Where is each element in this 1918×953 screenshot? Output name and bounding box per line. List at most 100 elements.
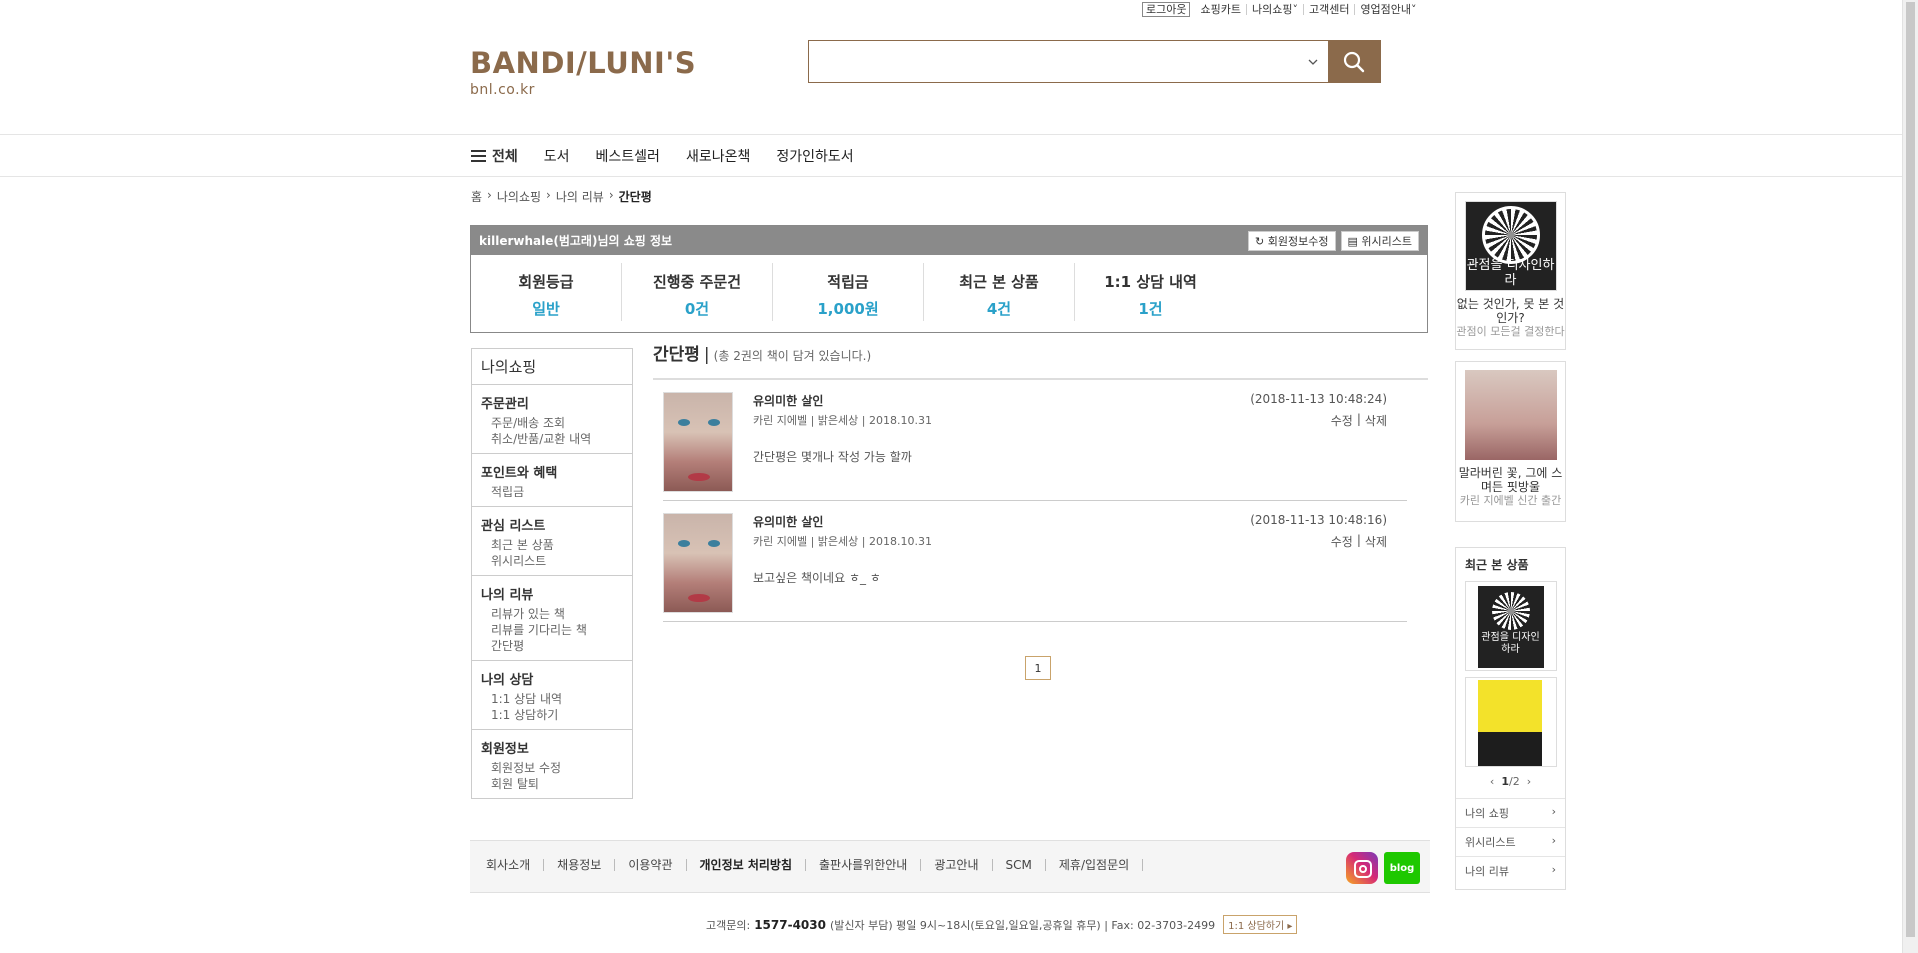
review-edit-link[interactable]: 수정 bbox=[1331, 533, 1353, 550]
nav-all-categories[interactable]: 전체 bbox=[471, 146, 518, 166]
banner-book-cover bbox=[1464, 370, 1557, 460]
recent-item-thumbnail[interactable] bbox=[1464, 677, 1557, 767]
stat-points: 적립금 1,000원 bbox=[773, 263, 924, 321]
review-book-meta: 카린 지에벨 | 밝은세상 | 2018.10.31 bbox=[753, 414, 932, 427]
review-edit-link[interactable]: 수정 bbox=[1331, 412, 1353, 429]
vertical-scrollbar[interactable] bbox=[1902, 0, 1918, 953]
review-actions: 수정 | 삭제 bbox=[1330, 533, 1387, 550]
sidebar-group-interest: 관심 리스트 최근 본 상품 위시리스트 bbox=[472, 507, 632, 576]
sidebar-item-recent[interactable]: 최근 본 상품 bbox=[481, 537, 623, 553]
nav-item-bestseller[interactable]: 베스트셀러 bbox=[596, 146, 660, 166]
content-header: 간단평 | (총 2권의 책이 담겨 있습니다.) bbox=[653, 340, 1428, 380]
shopping-info-title: killerwhale(범고래)님의 쇼핑 정보 bbox=[479, 234, 673, 248]
stat-orders-in-progress: 진행중 주문건 0건 bbox=[622, 263, 773, 321]
shopping-info-header: killerwhale(범고래)님의 쇼핑 정보 ↻ 회원정보수정 ▤ 위시리스… bbox=[471, 226, 1427, 255]
next-arrow-icon[interactable]: › bbox=[1527, 775, 1531, 788]
sidebar-item-order-tracking[interactable]: 주문/배송 조회 bbox=[481, 415, 623, 431]
one-to-one-chat-button[interactable]: 1:1 상담하기 ▸ bbox=[1223, 915, 1298, 934]
stat-inquiries: 1:1 상담 내역 1건 bbox=[1104, 273, 1197, 318]
site-logo[interactable]: BANDI/LUNI'S bnl.co.kr bbox=[470, 46, 696, 98]
main-navigation: 전체 도서 베스트셀러 새로나온책 정가인하도서 bbox=[0, 134, 1902, 177]
my-shopping-sidebar: 나의쇼핑 주문관리 주문/배송 조회 취소/반품/교환 내역 포인트와 혜택 적… bbox=[471, 348, 633, 799]
footer-link-advertising[interactable]: 광고안내 bbox=[921, 859, 993, 871]
review-date: (2018-11-13 10:48:24) bbox=[1250, 392, 1387, 406]
footer-link-scm[interactable]: SCM bbox=[993, 859, 1046, 871]
footer-link-company[interactable]: 회사소개 bbox=[486, 859, 545, 871]
cs-phone-number: 1577-4030 bbox=[754, 917, 826, 932]
quick-link-my-review[interactable]: 나의 리뷰 › bbox=[1456, 856, 1565, 885]
sidebar-item-edit-member[interactable]: 회원정보 수정 bbox=[481, 760, 623, 776]
footer-links-bar: 회사소개 채용정보 이용약관 개인정보 처리방침 출판사를위한안내 광고안내 S… bbox=[470, 840, 1430, 893]
banner-copy: 말라버린 꽃, 그에 스며든 핏방울 bbox=[1458, 466, 1563, 494]
customer-center-link[interactable]: 고객센터 bbox=[1304, 3, 1356, 15]
recent-item-thumbnail[interactable]: 관점을 디자인하라 bbox=[1464, 581, 1557, 671]
sidebar-group-orders: 주문관리 주문/배송 조회 취소/반품/교환 내역 bbox=[472, 385, 632, 454]
my-shopping-link[interactable]: 나의쇼핑˅ bbox=[1247, 2, 1304, 16]
search-dropdown-icon[interactable] bbox=[1298, 41, 1328, 82]
prev-arrow-icon[interactable]: ‹ bbox=[1490, 775, 1494, 788]
chevron-right-icon: › bbox=[487, 188, 492, 202]
sidebar-group-member: 회원정보 회원정보 수정 회원 탈퇴 bbox=[472, 730, 632, 798]
review-book-title[interactable]: 유의미한 살인 bbox=[753, 392, 823, 409]
footer-link-privacy[interactable]: 개인정보 처리방침 bbox=[687, 859, 807, 871]
side-banner-book-2[interactable]: 말라버린 꽃, 그에 스며든 핏방울 카린 지에벨 신간 출간 bbox=[1455, 361, 1566, 522]
review-item: 유의미한 살인 카린 지에벨 | 밝은세상 | 2018.10.31 간단평은 … bbox=[663, 380, 1407, 501]
logout-link[interactable]: 로그아웃 bbox=[1142, 1, 1191, 17]
review-delete-link[interactable]: 삭제 bbox=[1365, 533, 1387, 550]
sidebar-item-awaiting-review[interactable]: 리뷰를 기다리는 책 bbox=[481, 622, 623, 638]
footer-link-partnership[interactable]: 제휴/입점문의 bbox=[1046, 859, 1144, 871]
search-button[interactable] bbox=[1328, 41, 1380, 82]
sidebar-item-withdraw[interactable]: 회원 탈퇴 bbox=[481, 776, 623, 792]
review-actions: 수정 | 삭제 bbox=[1330, 412, 1387, 429]
banner-book-cover: 관점을 디자인하라 bbox=[1464, 201, 1557, 291]
side-banner-book-1[interactable]: 관점을 디자인하라 없는 것인가, 못 본 것인가? 관점이 모든걸 결정한다 bbox=[1455, 192, 1566, 350]
banner-subcopy: 관점이 모든걸 결정한다 bbox=[1456, 325, 1565, 338]
breadcrumb-my-shopping[interactable]: 나의쇼핑 bbox=[497, 188, 541, 205]
review-date: (2018-11-13 10:48:16) bbox=[1250, 513, 1387, 527]
hamburger-icon bbox=[471, 147, 486, 165]
book-cover[interactable] bbox=[663, 513, 733, 613]
sidebar-item-points[interactable]: 적립금 bbox=[481, 484, 623, 500]
sidebar-item-reviewed-books[interactable]: 리뷰가 있는 책 bbox=[481, 606, 623, 622]
sidebar-group-points: 포인트와 혜택 적립금 bbox=[472, 454, 632, 507]
wishlist-button[interactable]: ▤ 위시리스트 bbox=[1340, 230, 1419, 251]
sidebar-item-inquiry-new[interactable]: 1:1 상담하기 bbox=[481, 707, 623, 723]
search-input[interactable] bbox=[809, 41, 1298, 82]
sidebar-item-cancel-return[interactable]: 취소/반품/교환 내역 bbox=[481, 431, 623, 447]
stat-member-grade: 회원등급 일반 bbox=[471, 263, 622, 321]
sidebar-item-short-review[interactable]: 간단평 bbox=[481, 638, 623, 654]
edit-member-info-button[interactable]: ↻ 회원정보수정 bbox=[1248, 230, 1336, 251]
recently-viewed-panel: 최근 본 상품 관점을 디자인하라 ‹ 1/2 › 나의 쇼핑 › 위시리스트 › … bbox=[1455, 547, 1566, 890]
nav-item-new-books[interactable]: 새로나온책 bbox=[686, 146, 750, 166]
blog-icon[interactable]: blog bbox=[1384, 852, 1420, 884]
banner-copy: 없는 것인가, 못 본 것인가? bbox=[1456, 297, 1565, 325]
quick-link-wishlist[interactable]: 위시리스트 › bbox=[1456, 827, 1565, 856]
sidebar-group-reviews: 나의 리뷰 리뷰가 있는 책 리뷰를 기다리는 책 간단평 bbox=[472, 576, 632, 661]
footer-link-careers[interactable]: 채용정보 bbox=[544, 859, 616, 871]
instagram-icon[interactable] bbox=[1346, 852, 1378, 884]
footer-link-terms[interactable]: 이용약관 bbox=[615, 859, 687, 871]
nav-item-discount-books[interactable]: 정가인하도서 bbox=[776, 146, 853, 166]
search-icon bbox=[1343, 51, 1365, 72]
logo-wordmark: BANDI/LUNI'S bbox=[470, 46, 697, 80]
footer-link-publishers[interactable]: 출판사를위한안내 bbox=[806, 859, 922, 871]
review-count: (총 2권의 책이 담겨 있습니다.) bbox=[713, 349, 872, 363]
scrollbar-thumb[interactable] bbox=[1906, 2, 1915, 937]
book-cover[interactable] bbox=[663, 392, 733, 492]
sidebar-item-inquiry-history[interactable]: 1:1 상담 내역 bbox=[481, 691, 623, 707]
nav-item-books[interactable]: 도서 bbox=[544, 146, 570, 166]
quick-link-my-shopping[interactable]: 나의 쇼핑 › bbox=[1456, 798, 1565, 827]
stores-link[interactable]: 영업점안내˅ bbox=[1355, 4, 1421, 15]
pagination-page-1[interactable]: 1 bbox=[1025, 656, 1051, 680]
sidebar-group-inquiry: 나의 상담 1:1 상담 내역 1:1 상담하기 bbox=[472, 661, 632, 730]
breadcrumb-my-review[interactable]: 나의 리뷰 bbox=[556, 188, 604, 205]
cart-link[interactable]: 쇼핑카트 bbox=[1195, 3, 1247, 15]
chevron-down-icon: ˅ bbox=[1292, 2, 1298, 16]
review-delete-link[interactable]: 삭제 bbox=[1365, 412, 1387, 429]
customer-service-info: 고객문의: 1577-4030 (발신자 부담) 평일 9시~18시(토요일,일… bbox=[706, 915, 1298, 934]
stat-recently-viewed: 최근 본 상품 4건 bbox=[924, 263, 1075, 321]
shopping-info-panel: killerwhale(범고래)님의 쇼핑 정보 ↻ 회원정보수정 ▤ 위시리스… bbox=[470, 225, 1428, 333]
breadcrumb-home[interactable]: 홈 bbox=[471, 188, 482, 205]
sidebar-item-wishlist[interactable]: 위시리스트 bbox=[481, 553, 623, 569]
review-book-title[interactable]: 유의미한 살인 bbox=[753, 513, 823, 530]
